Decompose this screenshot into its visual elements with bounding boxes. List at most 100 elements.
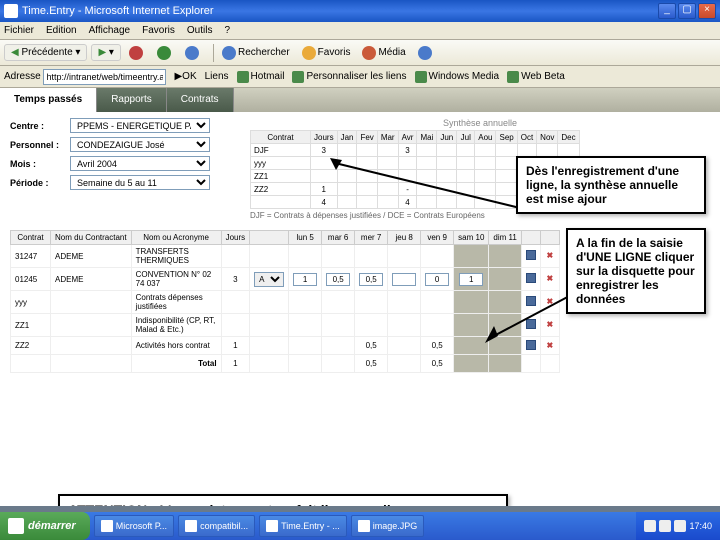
type-select[interactable]: A bbox=[254, 272, 284, 287]
tab-contrats[interactable]: Contrats bbox=[167, 88, 234, 112]
total-row: Total10,50,5 bbox=[11, 355, 560, 373]
synth-col: Mar bbox=[377, 131, 398, 144]
app-icon bbox=[266, 520, 278, 532]
task-item[interactable]: Microsoft P... bbox=[94, 515, 174, 537]
app-tabs: Temps passés Rapports Contrats bbox=[0, 88, 720, 112]
app-icon bbox=[185, 520, 197, 532]
back-icon: ◀ bbox=[11, 47, 19, 58]
address-label: Adresse bbox=[4, 71, 41, 82]
clock: 17:40 bbox=[689, 521, 712, 531]
centre-select[interactable]: PPEMS - ENERGETIQUE PARIS bbox=[70, 118, 210, 133]
media-icon bbox=[362, 46, 376, 60]
link-wbeta[interactable]: Web Beta bbox=[507, 71, 565, 83]
periode-select[interactable]: Semaine du 5 au 11 bbox=[70, 175, 210, 190]
col-day: dim 11 bbox=[489, 231, 521, 245]
day-input[interactable] bbox=[293, 273, 317, 286]
menu-view[interactable]: Affichage bbox=[89, 25, 131, 36]
synth-col: Sep bbox=[496, 131, 517, 144]
mois-label: Mois : bbox=[10, 159, 70, 169]
day-input[interactable] bbox=[326, 273, 350, 286]
tab-temps[interactable]: Temps passés bbox=[0, 88, 97, 112]
synth-col: Jours bbox=[311, 131, 338, 144]
entry-row: ZZ2Activités hors contrat10,50,5✖ bbox=[11, 337, 560, 355]
separator bbox=[213, 44, 214, 62]
save-icon[interactable] bbox=[526, 296, 536, 306]
menu-tools[interactable]: Outils bbox=[187, 25, 213, 36]
delete-icon[interactable]: ✖ bbox=[545, 251, 555, 261]
tray-icon[interactable] bbox=[644, 520, 656, 532]
home-button[interactable] bbox=[181, 44, 205, 62]
save-icon[interactable] bbox=[526, 340, 536, 350]
menu-help[interactable]: ? bbox=[224, 25, 230, 36]
synth-col: Nov bbox=[537, 131, 558, 144]
link-wmedia[interactable]: Windows Media bbox=[415, 71, 500, 83]
stop-icon bbox=[129, 46, 143, 60]
day-input[interactable] bbox=[359, 273, 383, 286]
synth-col: Fev bbox=[357, 131, 377, 144]
menu-bar: Fichier Edition Affichage Favoris Outils… bbox=[0, 22, 720, 40]
tray-icon[interactable] bbox=[659, 520, 671, 532]
col-day: sam 10 bbox=[454, 231, 489, 245]
synth-col: Contrat bbox=[251, 131, 311, 144]
tray-icon[interactable] bbox=[674, 520, 686, 532]
mois-select[interactable]: Avril 2004 bbox=[70, 156, 210, 171]
menu-edit[interactable]: Edition bbox=[46, 25, 77, 36]
centre-label: Centre : bbox=[10, 121, 70, 131]
window-title: Time.Entry - Microsoft Internet Explorer bbox=[22, 5, 656, 17]
save-icon[interactable] bbox=[526, 319, 536, 329]
synth-col: Dec bbox=[558, 131, 579, 144]
tab-rapports[interactable]: Rapports bbox=[97, 88, 167, 112]
delete-icon[interactable]: ✖ bbox=[545, 341, 555, 351]
search-icon bbox=[222, 46, 236, 60]
back-button[interactable]: ◀ Précédente ▾ bbox=[4, 44, 87, 61]
close-button[interactable]: × bbox=[698, 3, 716, 19]
media-button[interactable]: Média bbox=[358, 44, 409, 62]
stop-button[interactable] bbox=[125, 44, 149, 62]
entry-table: ContratNom du ContractantNom ou Acronyme… bbox=[10, 230, 560, 373]
system-tray[interactable]: 17:40 bbox=[636, 512, 720, 540]
day-input[interactable] bbox=[392, 273, 416, 286]
task-item[interactable]: image.JPG bbox=[351, 515, 425, 537]
delete-icon[interactable]: ✖ bbox=[545, 320, 555, 330]
task-item[interactable]: Time.Entry - ... bbox=[259, 515, 347, 537]
entry-row: yyyContrats dépenses justifiées✖ bbox=[11, 291, 560, 314]
synth-col: Avr bbox=[398, 131, 417, 144]
history-button[interactable] bbox=[414, 44, 438, 62]
save-icon[interactable] bbox=[526, 273, 536, 283]
delete-icon[interactable]: ✖ bbox=[545, 297, 555, 307]
save-icon[interactable] bbox=[526, 250, 536, 260]
day-input[interactable] bbox=[459, 273, 483, 286]
menu-file[interactable]: Fichier bbox=[4, 25, 34, 36]
menu-favorites[interactable]: Favoris bbox=[142, 25, 175, 36]
links-label: Liens bbox=[205, 71, 229, 82]
synth-col: Jul bbox=[457, 131, 475, 144]
delete-icon[interactable]: ✖ bbox=[545, 274, 555, 284]
maximize-button[interactable]: ▢ bbox=[678, 3, 696, 19]
callout-save: A la fin de la saisie d'UNE LIGNE clique… bbox=[566, 228, 706, 314]
link-hotmail[interactable]: Hotmail bbox=[237, 71, 285, 83]
filter-form: Centre :PPEMS - ENERGETIQUE PARIS Person… bbox=[10, 118, 240, 220]
callout-synth: Dès l'enregistrement d'une ligne, la syn… bbox=[516, 156, 706, 214]
col-day: mer 7 bbox=[355, 231, 388, 245]
personnel-select[interactable]: CONDEZAIGUE José bbox=[70, 137, 210, 152]
synth-col: Jun bbox=[437, 131, 457, 144]
star-icon bbox=[302, 46, 316, 60]
taskbar: démarrer Microsoft P... compatibil... Ti… bbox=[0, 512, 720, 540]
favorites-button[interactable]: Favoris bbox=[298, 44, 355, 62]
forward-button[interactable]: ▶ ▾ bbox=[91, 44, 121, 61]
day-input[interactable] bbox=[425, 273, 449, 286]
col-contractant: Nom du Contractant bbox=[51, 231, 132, 245]
start-button[interactable]: démarrer bbox=[0, 512, 90, 540]
task-item[interactable]: compatibil... bbox=[178, 515, 255, 537]
periode-label: Période : bbox=[10, 178, 70, 188]
callout-attention: ATTENTION : L'enregistrement se fait lig… bbox=[58, 494, 508, 506]
link-personalize[interactable]: Personnaliser les liens bbox=[292, 71, 406, 83]
refresh-icon bbox=[157, 46, 171, 60]
refresh-button[interactable] bbox=[153, 44, 177, 62]
search-button[interactable]: Rechercher bbox=[218, 44, 294, 62]
synth-col: Jan bbox=[337, 131, 357, 144]
address-input[interactable] bbox=[43, 69, 166, 85]
go-button[interactable]: ▶ OK bbox=[174, 71, 196, 82]
minimize-button[interactable]: _ bbox=[658, 3, 676, 19]
col-day: jeu 8 bbox=[388, 231, 421, 245]
